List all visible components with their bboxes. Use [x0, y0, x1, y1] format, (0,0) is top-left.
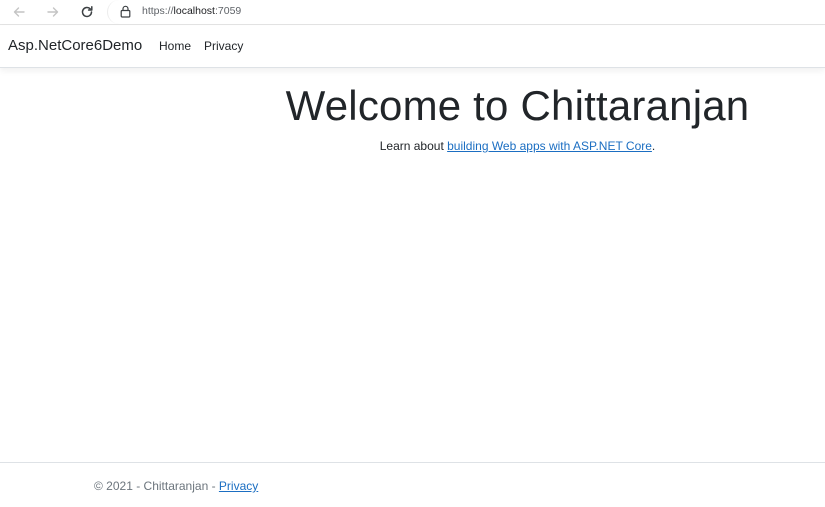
learn-paragraph: Learn about building Web apps with ASP.N…: [0, 138, 825, 154]
learn-suffix: .: [651, 139, 656, 153]
address-bar[interactable]: https://localhost:7059: [107, 0, 825, 24]
browser-toolbar: https://localhost:7059: [0, 0, 825, 25]
forward-button[interactable]: [43, 2, 63, 22]
url-host: localhost: [173, 5, 215, 17]
page-title: Welcome to Chittaranjan: [285, 82, 750, 129]
back-button[interactable]: [9, 2, 29, 22]
navbar-brand[interactable]: Asp.NetCore6Demo: [8, 37, 142, 54]
hero-section: Welcome to Chittaranjan Learn about buil…: [0, 82, 825, 154]
reload-button[interactable]: [77, 2, 97, 22]
footer-privacy-link[interactable]: Privacy: [219, 479, 258, 493]
footer: © 2021 - Chittaranjan - Privacy: [0, 462, 825, 507]
learn-prefix: Learn about: [379, 139, 448, 153]
forward-arrow-icon: [47, 7, 59, 17]
url-scheme: https://: [142, 5, 174, 17]
url-port: :7059: [214, 5, 242, 17]
footer-copyright: © 2021 - Chittaranjan -: [94, 479, 219, 493]
footer-text: © 2021 - Chittaranjan - Privacy: [94, 479, 258, 493]
aspnet-docs-link[interactable]: building Web apps with ASP.NET Core: [447, 139, 652, 153]
nav-link-privacy[interactable]: Privacy: [204, 39, 243, 53]
reload-icon: [81, 6, 93, 18]
back-arrow-icon: [13, 7, 25, 17]
url-text: https://localhost:7059: [142, 5, 241, 17]
lock-icon: [120, 5, 131, 18]
nav-link-home[interactable]: Home: [159, 39, 191, 53]
navbar: Asp.NetCore6Demo Home Privacy: [0, 26, 825, 68]
